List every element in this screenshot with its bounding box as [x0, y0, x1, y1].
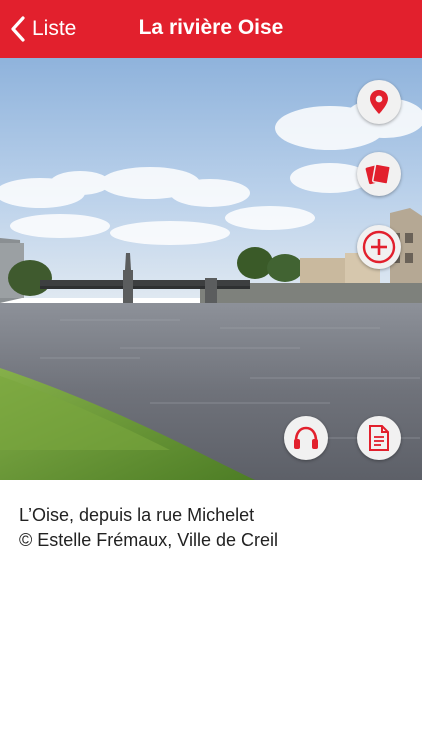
headphones-icon	[294, 426, 318, 449]
text-button[interactable]	[357, 416, 401, 460]
more-button[interactable]	[357, 225, 401, 269]
gallery-button[interactable]	[357, 152, 401, 196]
point-photo	[0, 58, 422, 480]
photos-icon	[365, 163, 391, 185]
audio-button[interactable]	[284, 416, 328, 460]
map-button[interactable]	[357, 80, 401, 124]
caption-credit: © Estelle Frémaux, Ville de Creil	[19, 530, 279, 550]
navigation-bar: Liste La rivière Oise	[0, 0, 422, 58]
plus-circle-icon	[362, 230, 396, 264]
river-photo-image	[0, 58, 422, 480]
document-icon	[369, 425, 389, 451]
caption-title: L’Oise, depuis la rue Michelet	[19, 505, 255, 525]
photo-caption: L’Oise, depuis la rue Michelet © Estelle…	[19, 503, 409, 553]
map-pin-icon	[370, 90, 388, 114]
page-title: La rivière Oise	[138, 16, 284, 39]
